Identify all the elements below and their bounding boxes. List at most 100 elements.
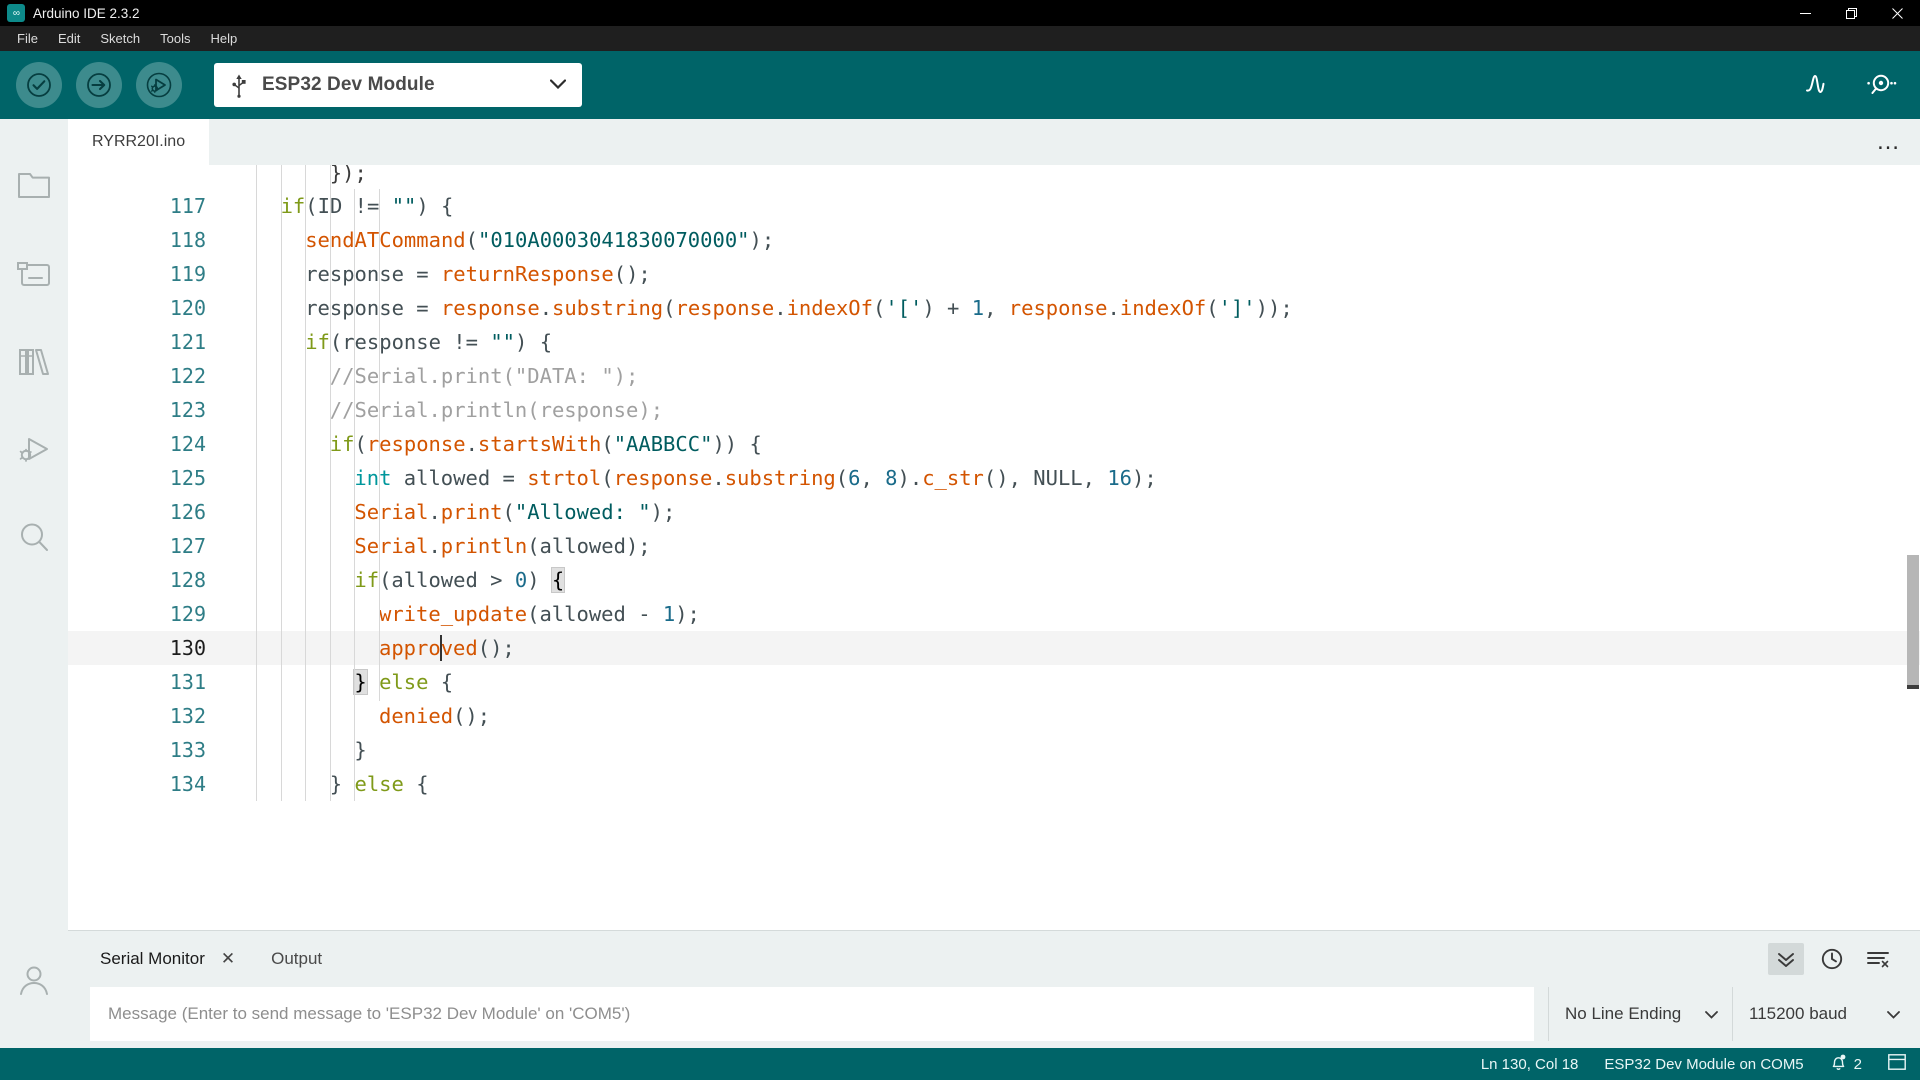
serial-monitor-panel: Serial Monitor ✕ Output Message (Enter t… bbox=[68, 930, 1920, 1048]
sidebar-item-boards-manager[interactable] bbox=[0, 231, 68, 319]
code-line[interactable]: } else { bbox=[228, 665, 1920, 699]
account-button[interactable] bbox=[0, 963, 68, 1002]
code-token: println bbox=[440, 534, 528, 558]
code-line[interactable]: response = response.substring(response.i… bbox=[228, 291, 1920, 325]
arduino-logo-icon: ∞ bbox=[7, 4, 25, 22]
menu-help[interactable]: Help bbox=[201, 28, 246, 49]
verify-button[interactable] bbox=[16, 62, 62, 108]
serial-plotter-button[interactable] bbox=[1800, 68, 1834, 102]
code-token: if bbox=[305, 330, 330, 354]
timestamp-toggle[interactable] bbox=[1814, 943, 1850, 975]
code-token: '[' bbox=[885, 296, 923, 320]
close-icon[interactable]: ✕ bbox=[221, 949, 235, 969]
panel-actions bbox=[1768, 931, 1896, 987]
code-token: response bbox=[366, 432, 466, 456]
menu-tools[interactable]: Tools bbox=[151, 28, 199, 49]
scrollbar-thumb[interactable] bbox=[1907, 555, 1919, 685]
board-port-status[interactable]: ESP32 Dev Module on COM5 bbox=[1604, 1056, 1803, 1073]
code-line[interactable]: //Serial.println(response); bbox=[228, 393, 1920, 427]
code-line[interactable]: write_update(allowed - 1); bbox=[228, 597, 1920, 631]
code-line[interactable]: } else { bbox=[228, 767, 1920, 801]
line-number: 119 bbox=[169, 262, 206, 286]
tab-serial-monitor[interactable]: Serial Monitor ✕ bbox=[90, 931, 245, 987]
line-number: 123 bbox=[169, 398, 206, 422]
line-ending-select[interactable]: No Line Ending bbox=[1548, 987, 1732, 1041]
clear-output-button[interactable] bbox=[1860, 943, 1896, 975]
code-editor[interactable]: 117 118 119 120 121 122 123 124 125 126 127 128 129 1… bbox=[68, 165, 1920, 930]
vertical-scrollbar[interactable] bbox=[1906, 165, 1920, 930]
panel-input-row: Message (Enter to send message to 'ESP32… bbox=[68, 987, 1920, 1041]
tab-output[interactable]: Output bbox=[251, 931, 332, 987]
sidebar-item-sketchbook[interactable] bbox=[0, 143, 68, 231]
code-line[interactable]: if(response.startsWith("AABBCC")) { bbox=[228, 427, 1920, 461]
board-selector[interactable]: ESP32 Dev Module bbox=[214, 63, 582, 107]
sidebar-item-debug[interactable] bbox=[0, 407, 68, 495]
code-token: ); bbox=[675, 602, 700, 626]
minimize-icon[interactable] bbox=[1782, 0, 1828, 26]
chevron-down-icon bbox=[549, 76, 567, 94]
code-token: ( bbox=[835, 466, 849, 490]
baud-rate-value: 115200 baud bbox=[1749, 1004, 1848, 1023]
baud-rate-select[interactable]: 115200 baud bbox=[1732, 987, 1914, 1041]
editor-tab-sketch[interactable]: RYRR20I.ino bbox=[68, 119, 210, 165]
panel-toggle-icon bbox=[1888, 1054, 1906, 1074]
status-bar: Ln 130, Col 18 ESP32 Dev Module on COM5 … bbox=[0, 1048, 1920, 1080]
window-title: Arduino IDE 2.3.2 bbox=[33, 5, 140, 21]
bell-icon bbox=[1830, 1053, 1847, 1075]
sidebar-item-search[interactable] bbox=[0, 495, 68, 583]
menu-edit[interactable]: Edit bbox=[49, 28, 89, 49]
code-token: 0 bbox=[514, 568, 528, 592]
code-token: ( bbox=[465, 228, 478, 252]
code-line[interactable]: } bbox=[228, 733, 1920, 767]
code-line-text: } bbox=[256, 738, 366, 762]
code-token: . bbox=[465, 432, 478, 456]
code-line-text: Serial.print("Allowed: "); bbox=[256, 500, 675, 524]
code-line[interactable]: denied(); bbox=[228, 699, 1920, 733]
code-token: "" bbox=[490, 330, 516, 354]
code-line[interactable]: //Serial.print("DATA: "); bbox=[228, 359, 1920, 393]
sidebar-item-library-manager[interactable] bbox=[0, 319, 68, 407]
serial-monitor-button[interactable] bbox=[1864, 68, 1898, 102]
code-token: response bbox=[613, 466, 713, 490]
code-token: , bbox=[860, 466, 886, 490]
indent-guide bbox=[305, 165, 307, 801]
serial-message-input[interactable]: Message (Enter to send message to 'ESP32… bbox=[90, 987, 1534, 1041]
code-token: )); bbox=[1255, 296, 1293, 320]
code-token: 6 bbox=[848, 466, 861, 490]
code-line[interactable]: Serial.println(allowed); bbox=[228, 529, 1920, 563]
code-token: if bbox=[280, 194, 306, 218]
close-icon[interactable] bbox=[1874, 0, 1920, 26]
debug-button[interactable] bbox=[136, 62, 182, 108]
code-line[interactable]: response = returnResponse(); bbox=[228, 257, 1920, 291]
code-token: { bbox=[403, 772, 429, 796]
menu-sketch[interactable]: Sketch bbox=[91, 28, 149, 49]
code-token: . bbox=[428, 534, 441, 558]
board-name: ESP32 Dev Module bbox=[262, 74, 435, 95]
code-token: response = bbox=[305, 296, 441, 320]
restore-icon[interactable] bbox=[1828, 0, 1874, 26]
code-line[interactable]: if(ID != "") { bbox=[228, 189, 1920, 223]
editor-more-actions[interactable]: … bbox=[1876, 119, 1902, 165]
code-line-text: sendATCommand("010A0003041830070000"); bbox=[256, 228, 774, 252]
upload-button[interactable] bbox=[76, 62, 122, 108]
code-token: , bbox=[984, 296, 1009, 320]
code-line[interactable]: if(response != "") { bbox=[228, 325, 1920, 359]
panel-toggle-button[interactable] bbox=[1888, 1054, 1906, 1074]
code-token: ); bbox=[1132, 466, 1157, 490]
menu-file[interactable]: File bbox=[8, 28, 47, 49]
code-token: appro bbox=[379, 636, 441, 660]
code-line[interactable]: if(allowed > 0) { bbox=[228, 563, 1920, 597]
code-line-text: if(response.startsWith("AABBCC")) { bbox=[256, 432, 762, 456]
code-line[interactable]: sendATCommand("010A0003041830070000"); bbox=[228, 223, 1920, 257]
line-number: 117 bbox=[169, 194, 206, 218]
code-token: )) { bbox=[712, 432, 762, 456]
cursor-position[interactable]: Ln 130, Col 18 bbox=[1481, 1056, 1579, 1073]
autoscroll-toggle[interactable] bbox=[1768, 943, 1804, 975]
code-line[interactable]: int allowed = strtol(response.substring(… bbox=[228, 461, 1920, 495]
code-line[interactable]: approved(); bbox=[228, 631, 1920, 665]
code-surface[interactable]: }); if(ID != "") { sendATCommand("010A0003… bbox=[228, 165, 1920, 930]
notifications-button[interactable]: 2 bbox=[1830, 1053, 1862, 1075]
code-line[interactable]: Serial.print("Allowed: "); bbox=[228, 495, 1920, 529]
code-token: "" bbox=[391, 194, 417, 218]
